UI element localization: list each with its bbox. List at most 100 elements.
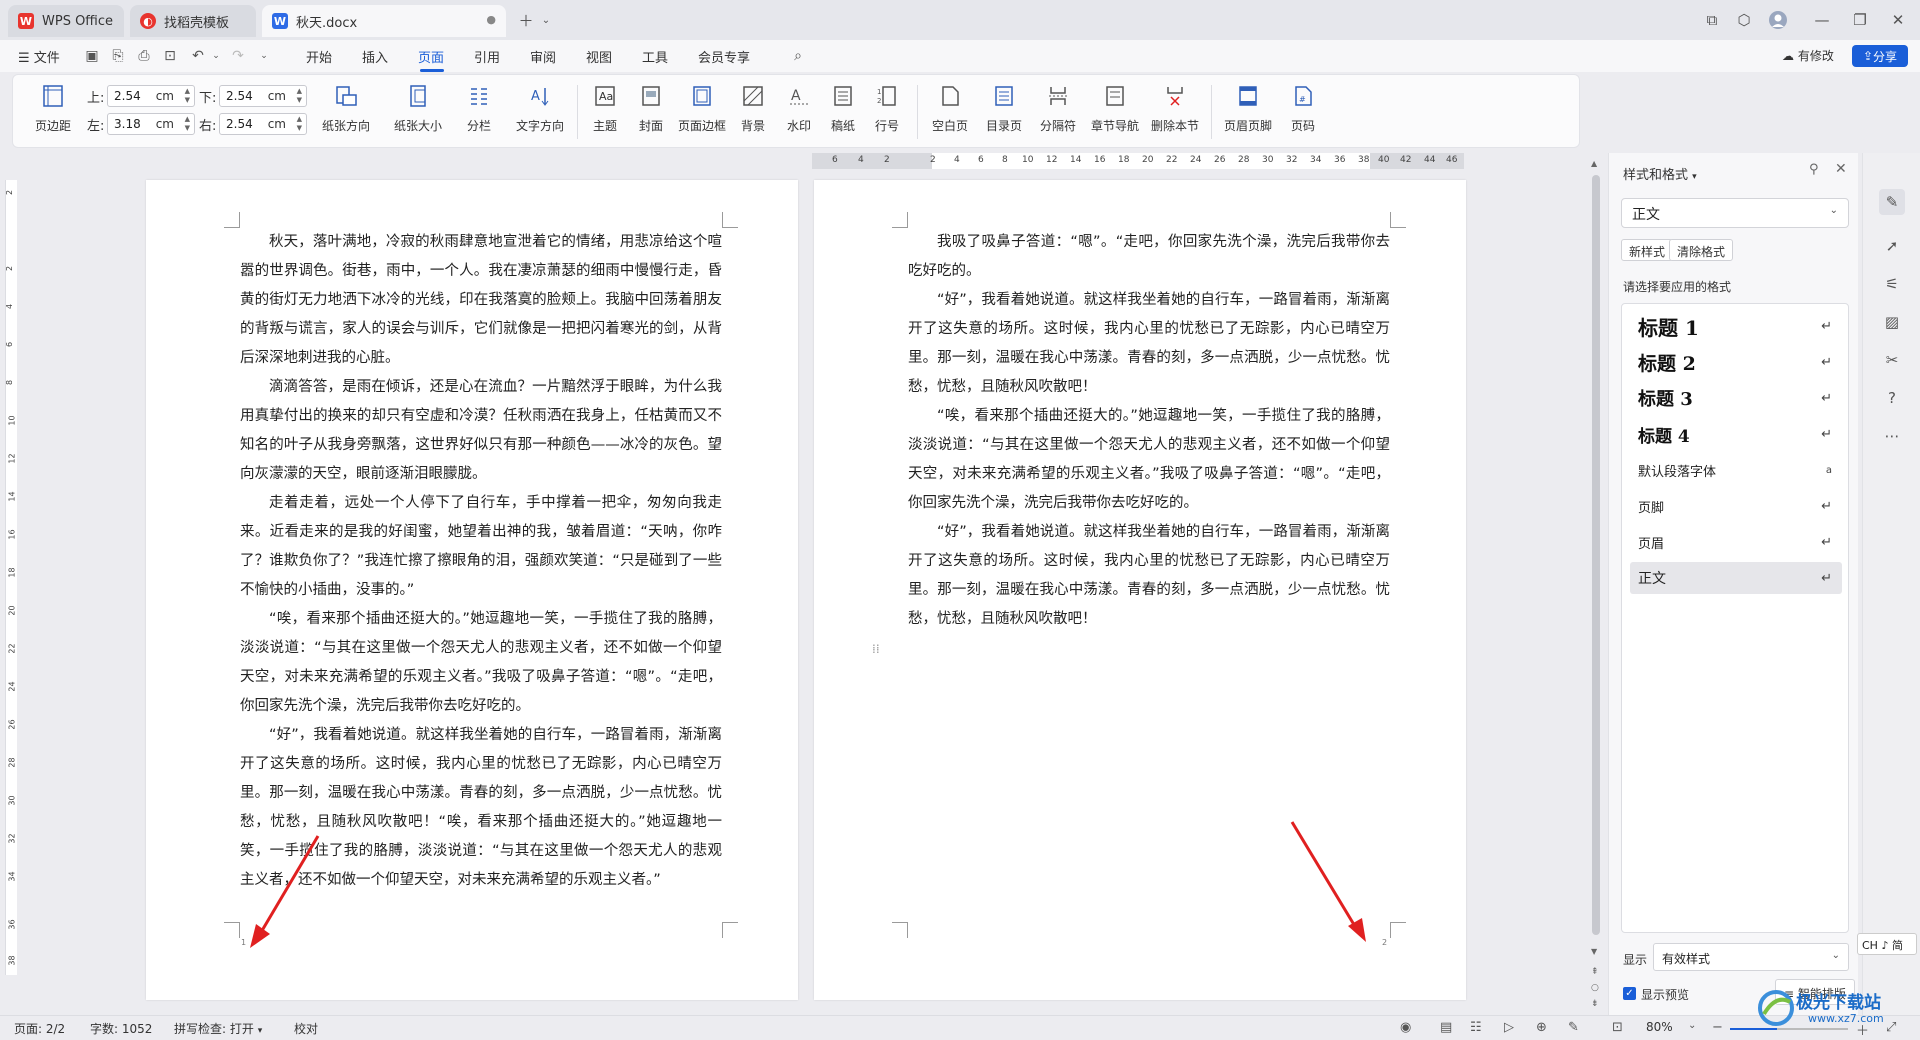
- scrollbar-thumb[interactable]: [1592, 175, 1600, 935]
- share-button[interactable]: ⇪ 分享: [1852, 45, 1908, 67]
- cube-icon[interactable]: ⬡: [1730, 8, 1758, 32]
- word-count[interactable]: 字数: 1052: [90, 1020, 152, 1037]
- tab-home[interactable]: 开始: [306, 47, 332, 66]
- paragraph[interactable]: “好”，我看着她说道。就这样我坐着她的自行车，一路冒着雨，渐渐离开了这失意的场所…: [908, 518, 1390, 634]
- style-item-heading-4[interactable]: 标题 4 ↵: [1630, 418, 1842, 450]
- search-icon[interactable]: ⌕: [788, 46, 808, 66]
- tab-member[interactable]: 会员专享: [698, 47, 750, 66]
- print-preview-icon[interactable]: ⊡: [160, 46, 180, 66]
- paragraph[interactable]: 滴滴答答，是雨在倾诉，还是心在流血？一片黯然浮于眼眸，为什么我用真挚付出的换来的…: [240, 373, 722, 489]
- scroll-down-icon[interactable]: ▼: [1591, 947, 1597, 956]
- tab-page[interactable]: 页面: [418, 47, 444, 66]
- restore-icon[interactable]: ❐: [1846, 8, 1874, 32]
- web-view-icon[interactable]: ⊕: [1536, 1020, 1547, 1035]
- more-icon[interactable]: ⋯: [1879, 423, 1905, 449]
- right-margin-input[interactable]: 2.54 cm ▲ ▼: [219, 113, 307, 135]
- style-item-body[interactable]: 正文 ↵: [1630, 562, 1842, 594]
- fit-page-icon[interactable]: ⊡: [1612, 1020, 1623, 1035]
- header-footer-button[interactable]: 页眉页脚: [1219, 83, 1277, 141]
- toc-page-button[interactable]: 目录页: [979, 83, 1029, 141]
- tab-view[interactable]: 视图: [586, 47, 612, 66]
- orientation-button[interactable]: 纸张方向: [313, 83, 379, 141]
- play-icon[interactable]: ▷: [1504, 1020, 1514, 1035]
- line-number-button[interactable]: 12 行号: [865, 83, 909, 141]
- minimize-icon[interactable]: —: [1808, 8, 1836, 32]
- paragraph[interactable]: 秋天，落叶满地，冷寂的秋雨肆意地宣泄着它的情绪，用悲凉给这个喧嚣的世界调色。街巷…: [240, 228, 722, 373]
- more-chevron-icon[interactable]: ⌄: [254, 46, 274, 66]
- section-nav-button[interactable]: 章节导航: [1087, 83, 1143, 141]
- style-item-header[interactable]: 页眉 ↵: [1630, 526, 1842, 558]
- export-icon[interactable]: ⎘: [108, 46, 128, 66]
- columns-button[interactable]: 分栏: [457, 83, 501, 141]
- new-style-button[interactable]: 新样式: [1621, 239, 1674, 261]
- style-pen-icon[interactable]: ✎: [1879, 189, 1905, 215]
- undo-dropdown-icon[interactable]: ⌄: [206, 46, 226, 66]
- theme-button[interactable]: Aa 主题: [583, 83, 627, 141]
- ime-indicator[interactable]: CH ♪ 简: [1857, 933, 1917, 955]
- style-item-default-font[interactable]: 默认段落字体 a: [1630, 454, 1842, 486]
- pin-icon[interactable]: ⚲: [1809, 162, 1819, 177]
- page-view-icon[interactable]: ▤: [1440, 1020, 1452, 1035]
- outline-view-icon[interactable]: ☷: [1470, 1020, 1482, 1035]
- delete-section-button[interactable]: 删除本节: [1147, 83, 1203, 141]
- current-style-select[interactable]: 正文 ⌄: [1621, 198, 1849, 228]
- page-number-button[interactable]: # 页码: [1281, 83, 1325, 141]
- zoom-dropdown-icon[interactable]: ⌄: [1688, 1020, 1696, 1031]
- tab-references[interactable]: 引用: [474, 47, 500, 66]
- next-page-icon[interactable]: ⇟: [1591, 999, 1599, 1009]
- tab-document[interactable]: W 秋天.docx ●: [262, 5, 506, 37]
- watermark-button[interactable]: A 水印: [777, 83, 821, 141]
- tab-review[interactable]: 审阅: [530, 47, 556, 66]
- left-margin-input[interactable]: 3.18 cm ▲ ▼: [107, 113, 195, 135]
- show-filter-select[interactable]: 有效样式 ⌄: [1653, 943, 1849, 971]
- bottom-margin-input[interactable]: 2.54 cm ▲ ▼: [219, 85, 307, 107]
- tab-insert[interactable]: 插入: [362, 47, 388, 66]
- spinner-icon[interactable]: ▲ ▼: [297, 87, 302, 105]
- tab-docer-templates[interactable]: ◐ 找稻壳模板: [130, 5, 256, 37]
- panel-title[interactable]: 样式和格式 ▾: [1623, 164, 1697, 183]
- spell-check-toggle[interactable]: 拼写检查: 打开 ▾: [174, 1020, 262, 1037]
- style-item-footer[interactable]: 页脚 ↵: [1630, 490, 1842, 522]
- top-margin-input[interactable]: 2.54 cm ▲ ▼: [107, 85, 195, 107]
- paper-size-button[interactable]: 纸张大小: [385, 83, 451, 141]
- select-browse-icon[interactable]: ○: [1591, 983, 1599, 993]
- print-icon[interactable]: ⎙: [134, 46, 154, 66]
- cover-button[interactable]: 封面: [629, 83, 673, 141]
- spinner-icon[interactable]: ▲ ▼: [185, 115, 190, 133]
- background-button[interactable]: 背景: [731, 83, 775, 141]
- manuscript-button[interactable]: 稿纸: [823, 83, 863, 141]
- prev-page-icon[interactable]: ⇞: [1591, 967, 1599, 977]
- spinner-icon[interactable]: ▲ ▼: [185, 87, 190, 105]
- page-border-button[interactable]: 页面边框: [675, 83, 729, 141]
- redo-icon[interactable]: ↷: [228, 46, 248, 66]
- paragraph[interactable]: 走着走着，远处一个人停下了自行车，手中撑着一把伞，匆匆向我走来。近看走来的是我的…: [240, 489, 722, 605]
- tab-list-chevron-icon[interactable]: ⌄: [532, 8, 560, 32]
- document-page-1[interactable]: 秋天，落叶满地，冷寂的秋雨肆意地宣泄着它的情绪，用悲凉给这个喧嚣的世界调色。街巷…: [146, 180, 798, 1000]
- horizontal-ruler[interactable]: 6 4 2 2 4 6 8 10 12 14 16 18 20 22 24 26…: [812, 153, 1464, 169]
- close-window-icon[interactable]: ✕: [1884, 8, 1912, 32]
- zoom-level[interactable]: 80%: [1646, 1020, 1673, 1034]
- margins-button[interactable]: 页边距: [27, 83, 79, 141]
- window-layout-icon[interactable]: ⧉: [1698, 8, 1726, 32]
- close-icon[interactable]: ✕: [1835, 161, 1847, 177]
- paragraph[interactable]: “好”，我看着她说道。就这样我坐着她的自行车，一路冒着雨，渐渐离开了这失意的场所…: [908, 286, 1390, 402]
- style-item-heading-1[interactable]: 标题 1 ↵: [1630, 310, 1842, 342]
- vertical-ruler[interactable]: 2 2 4 6 8 10 12 14 16 18 20 22 24 26 28 …: [5, 180, 17, 975]
- style-item-heading-3[interactable]: 标题 3 ↵: [1630, 382, 1842, 414]
- spinner-icon[interactable]: ▲ ▼: [297, 115, 302, 133]
- page-number-footer[interactable]: 2: [1382, 938, 1387, 947]
- style-item-heading-2[interactable]: 标题 2 ↵: [1630, 346, 1842, 378]
- adjust-sliders-icon[interactable]: ⚟: [1879, 271, 1905, 297]
- tab-tools[interactable]: 工具: [642, 47, 668, 66]
- vertical-scrollbar[interactable]: ▲ ▼ ⇞ ○ ⇟: [1588, 153, 1604, 1015]
- page-body[interactable]: 秋天，落叶满地，冷寂的秋雨肆意地宣泄着它的情绪，用悲凉给这个喧嚣的世界调色。街巷…: [240, 228, 722, 895]
- tab-wps-office[interactable]: W WPS Office: [8, 5, 124, 37]
- has-changes-indicator[interactable]: ☁ 有修改: [1782, 47, 1834, 64]
- eye-protection-icon[interactable]: ◉: [1400, 1020, 1411, 1035]
- proofread-button[interactable]: 校对: [294, 1020, 318, 1037]
- show-preview-checkbox[interactable]: ✓: [1623, 987, 1636, 1000]
- drag-handle-icon[interactable]: ⁞⁞: [872, 642, 880, 656]
- unsaved-dot-icon[interactable]: ●: [486, 13, 496, 26]
- zoom-out-icon[interactable]: −: [1712, 1020, 1723, 1035]
- paragraph[interactable]: 我吸了吸鼻子答道：“嗯”。“走吧，你回家先洗个澡，洗完后我带你去吃好吃的。: [908, 228, 1390, 286]
